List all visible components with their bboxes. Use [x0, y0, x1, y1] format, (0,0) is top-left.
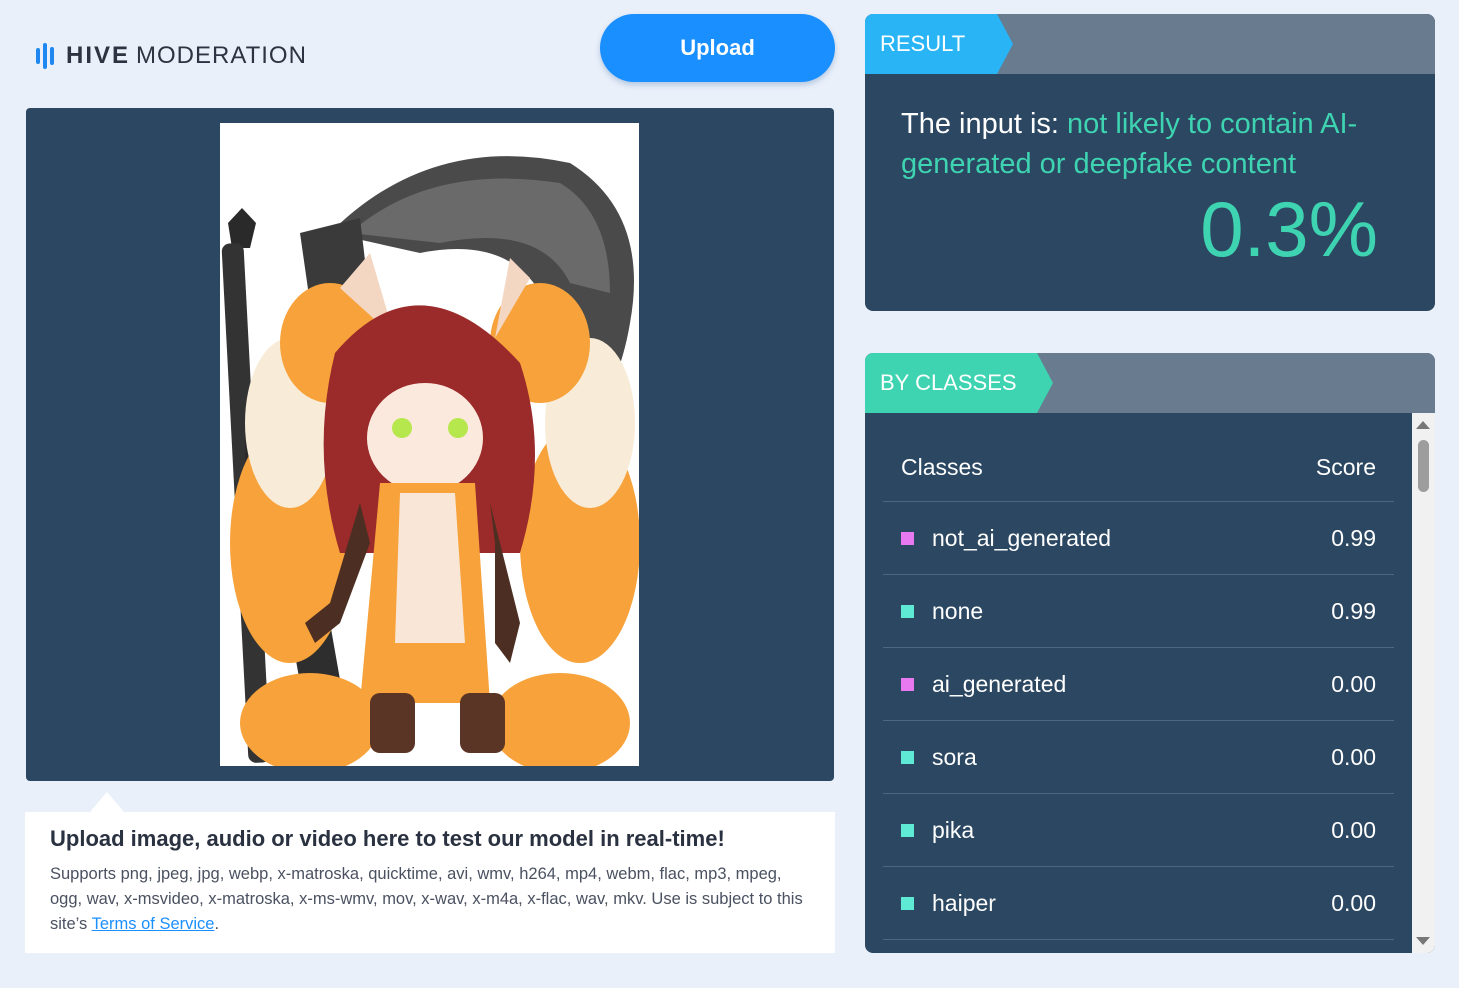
class-color-swatch [901, 750, 914, 764]
classes-table-header: Classes Score [883, 433, 1394, 502]
class-color-swatch [901, 823, 914, 837]
fox-girl-illustration [221, 156, 639, 766]
class-score: 0.00 [1331, 889, 1376, 916]
result-card: RESULT The input is: not likely to conta… [865, 14, 1435, 311]
class-color-swatch [901, 896, 914, 910]
classes-tag: BY CLASSES [865, 353, 1037, 413]
class-row: none 0.99 [883, 575, 1394, 648]
class-name: not_ai_generated [932, 524, 1112, 551]
brand-name-bold: HIVE [66, 42, 131, 69]
scroll-down-arrow-icon[interactable] [1416, 937, 1430, 945]
class-score: 0.00 [1331, 816, 1376, 843]
class-name: sora [932, 743, 977, 770]
brand-name-rest: MODERATION [136, 42, 307, 69]
class-name: none [932, 597, 984, 624]
result-tag-arrow [997, 14, 1013, 74]
upload-button[interactable]: Upload [600, 14, 835, 82]
media-preview-panel [26, 108, 834, 781]
class-score: 0.00 [1331, 743, 1376, 770]
classes-scrollbar[interactable] [1412, 413, 1435, 953]
uploaded-image-preview[interactable] [220, 123, 639, 766]
upload-info-box: Upload image, audio or video here to tes… [25, 812, 835, 953]
class-row: haiper 0.00 [883, 867, 1394, 940]
class-row: not_ai_generated 0.99 [883, 502, 1394, 575]
classes-table[interactable]: Classes Score not_ai_generated 0.99 none… [883, 433, 1394, 940]
col-header-classes: Classes [901, 453, 983, 480]
col-header-score: Score [1315, 453, 1376, 480]
result-tag: RESULT [865, 14, 997, 74]
classes-card-header: BY CLASSES [865, 353, 1435, 413]
result-verdict: The input is: not likely to contain AI-g… [901, 104, 1401, 184]
class-name: pika [932, 816, 975, 843]
result-card-header: RESULT [865, 14, 1435, 74]
classes-card: BY CLASSES Classes Score not_ai_generate… [865, 353, 1435, 953]
class-score: 0.99 [1331, 597, 1376, 624]
class-color-swatch [901, 604, 914, 618]
scroll-up-arrow-icon[interactable] [1416, 421, 1430, 429]
class-color-swatch [901, 677, 914, 691]
class-name: ai_generated [932, 670, 1067, 697]
class-score: 0.99 [1331, 524, 1376, 551]
class-score: 0.00 [1331, 670, 1376, 697]
info-title: Upload image, audio or video here to tes… [50, 826, 725, 851]
scroll-thumb[interactable] [1418, 440, 1429, 492]
info-description: Supports png, jpeg, jpg, webp, x-matrosk… [50, 862, 810, 937]
class-color-swatch [901, 531, 914, 545]
classes-tag-arrow [1037, 353, 1053, 413]
class-row: ai_generated 0.00 [883, 648, 1394, 721]
class-row: pika 0.00 [883, 794, 1394, 867]
brand-name: HIVE MODERATION [66, 42, 307, 70]
info-pointer-arrow [90, 792, 124, 812]
result-prefix: The input is: [901, 108, 1068, 140]
hive-logo-icon [36, 43, 54, 69]
class-row: sora 0.00 [883, 721, 1394, 794]
terms-of-service-link[interactable]: Terms of Service [92, 915, 215, 933]
result-score: 0.3% [1200, 185, 1378, 273]
class-name: haiper [932, 889, 996, 916]
info-desc-end: . [214, 915, 220, 933]
brand-logo[interactable]: HIVE MODERATION [36, 40, 307, 72]
